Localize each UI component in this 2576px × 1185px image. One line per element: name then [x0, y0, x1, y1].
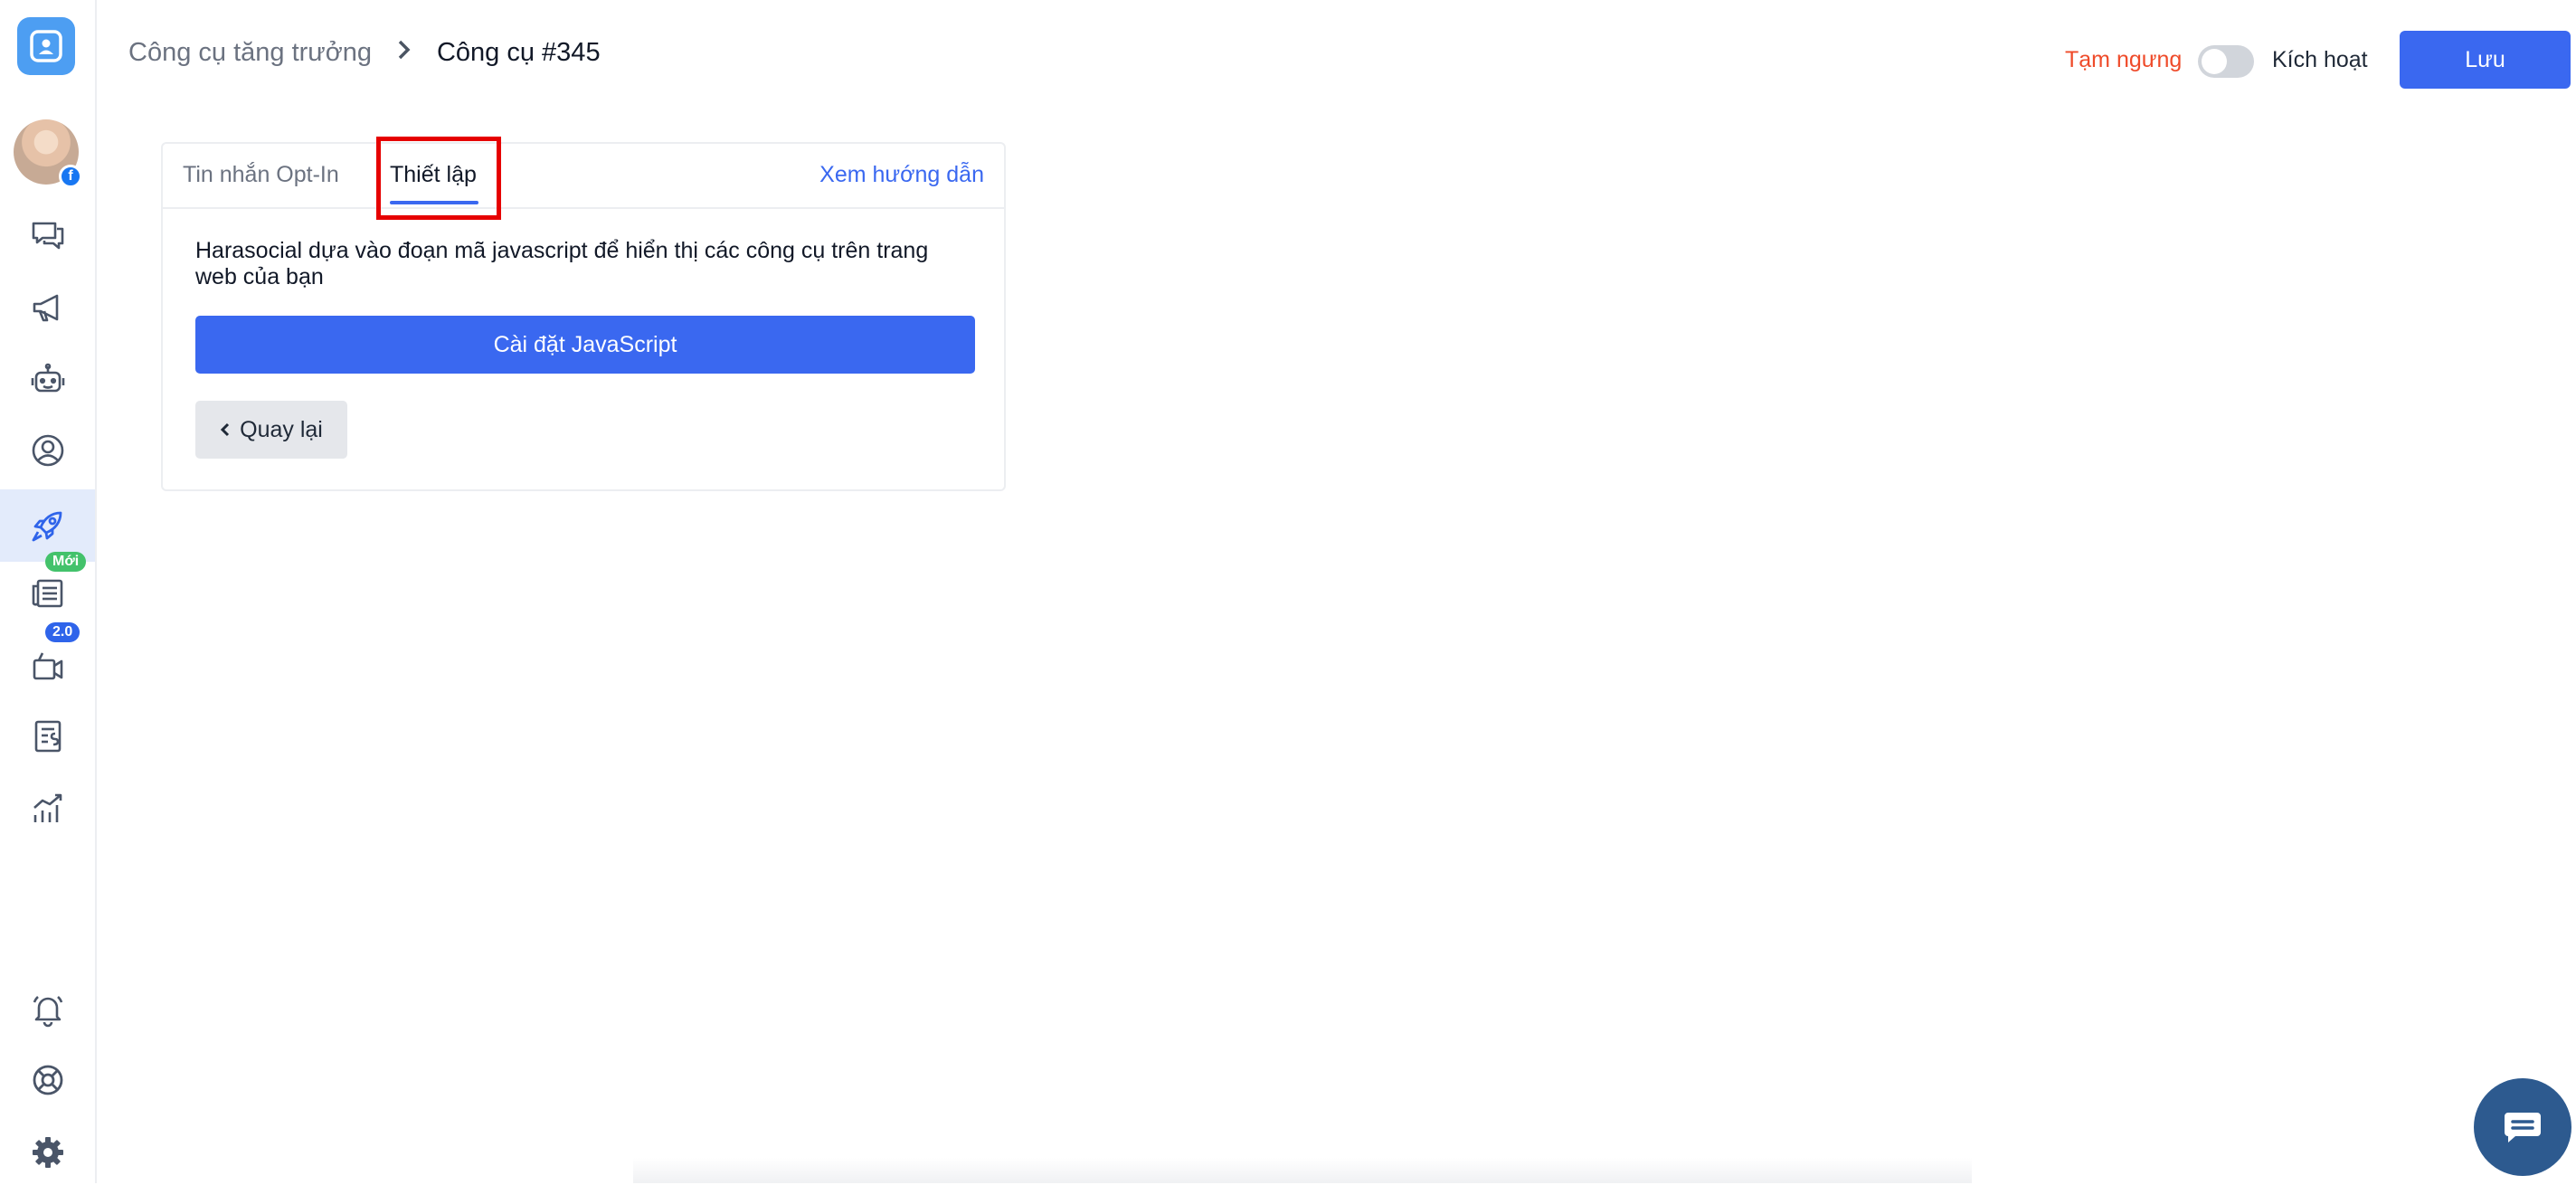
guide-link[interactable]: Xem hướng dẫn	[819, 162, 984, 188]
sidebar-item-news[interactable]: Mới	[0, 552, 95, 626]
tab-optin-message[interactable]: Tin nhắn Opt-In	[183, 162, 339, 188]
avatar[interactable]: f	[14, 119, 82, 188]
version-badge: 2.0	[45, 622, 80, 642]
sidebar-item-support[interactable]	[0, 1048, 95, 1113]
sidebar-item-contacts[interactable]	[0, 418, 95, 483]
page-title: Công cụ #345	[436, 37, 601, 67]
chevron-right-icon	[397, 37, 412, 68]
install-javascript-button[interactable]: Cài đặt JavaScript	[195, 316, 975, 374]
user-circle-icon	[32, 434, 63, 467]
lifebuoy-icon	[33, 1065, 62, 1095]
status-active-label: Kích hoạt	[2272, 47, 2368, 72]
newspaper-icon	[32, 579, 62, 608]
bell-icon	[33, 996, 62, 1028]
sidebar-item-orders[interactable]	[0, 704, 95, 769]
status-toggle[interactable]	[2198, 45, 2254, 78]
sidebar-item-reports[interactable]	[0, 776, 95, 841]
settings-card: Tin nhắn Opt-In Thiết lập Xem hướng dẫn …	[161, 137, 1006, 491]
status-paused-label: Tạm ngưng	[2065, 47, 2183, 72]
sidebar-item-settings[interactable]	[0, 1120, 95, 1185]
facebook-icon: f	[59, 165, 82, 188]
chart-icon	[33, 793, 62, 822]
chevron-left-icon	[221, 422, 230, 437]
sidebar-item-conversations[interactable]	[0, 203, 95, 268]
robot-icon	[31, 363, 64, 393]
sidebar-item-campaigns[interactable]	[0, 275, 95, 340]
breadcrumb: Công cụ tăng trưởng Công cụ #345	[128, 34, 601, 71]
back-button-label: Quay lại	[240, 416, 323, 442]
sidebar: f Mới 2.0	[0, 0, 97, 1183]
chat-widget-button[interactable]	[2474, 1078, 2571, 1176]
chat-widget-icon	[2505, 1113, 2541, 1142]
new-badge: Mới	[45, 552, 87, 572]
rocket-icon	[32, 511, 62, 542]
broadcast-icon	[33, 652, 62, 680]
sidebar-item-bots[interactable]	[0, 347, 95, 412]
highlight-annotation	[376, 137, 501, 220]
toggle-knob	[2202, 49, 2227, 74]
sidebar-item-growth-tools[interactable]	[0, 489, 95, 562]
invoice-icon	[34, 720, 61, 753]
sidebar-item-broadcast[interactable]: 2.0	[0, 622, 95, 698]
save-button[interactable]: Lưu	[2400, 31, 2571, 89]
gear-icon	[32, 1137, 63, 1168]
chat-bubbles-icon	[32, 222, 63, 250]
description-text: Harasocial dựa vào đoạn mã javascript để…	[195, 238, 929, 289]
breadcrumb-parent[interactable]: Công cụ tăng trưởng	[128, 38, 372, 68]
sidebar-item-notifications[interactable]	[0, 977, 95, 1042]
app-logo[interactable]	[17, 17, 75, 75]
contact-card-icon	[30, 30, 62, 62]
back-button[interactable]: Quay lại	[195, 401, 347, 459]
tab-bar: Tin nhắn Opt-In Thiết lập Xem hướng dẫn	[163, 137, 1004, 220]
bottom-shadow	[633, 1158, 1972, 1183]
megaphone-icon	[33, 294, 58, 322]
